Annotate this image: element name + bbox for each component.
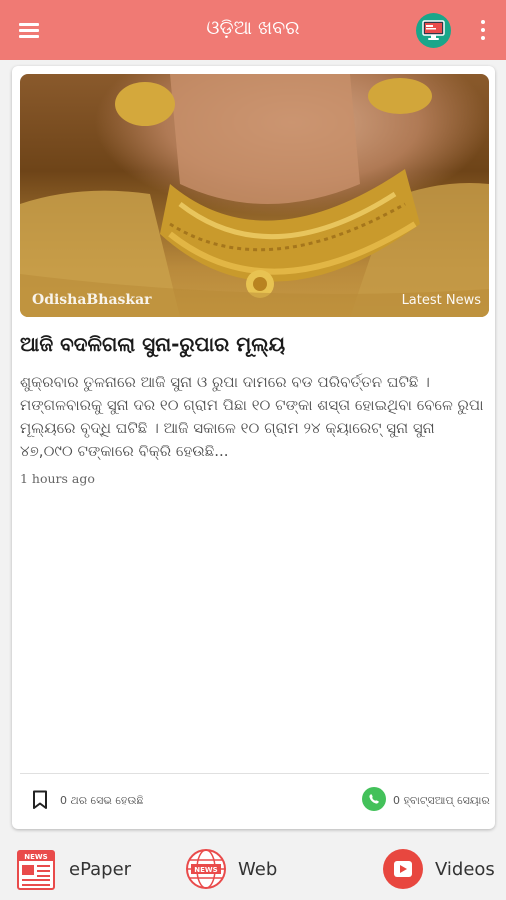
svg-text:NEWS: NEWS bbox=[194, 866, 217, 874]
whatsapp-icon bbox=[362, 787, 386, 811]
image-watermark: OdishaBhaskar bbox=[32, 292, 152, 308]
app-bar: ଓଡ଼ିଆ ଖବର bbox=[0, 0, 506, 60]
svg-text:NEWS: NEWS bbox=[24, 853, 47, 861]
bookmark-count: 0 ଥର ସେଭ ହେଉଛି bbox=[60, 794, 144, 807]
news-headline[interactable]: ଆଜି ବଦଳିଗଲା ସୁନା-ରୁପାର ମୂଲ୍ୟ bbox=[20, 332, 489, 356]
news-image[interactable]: OdishaBhaskar Latest News bbox=[20, 74, 489, 317]
nav-web-label: Web bbox=[238, 859, 278, 880]
gold-necklace-illustration bbox=[20, 74, 489, 317]
bookmark-icon bbox=[33, 790, 47, 809]
latest-news-tag: Latest News bbox=[401, 293, 481, 308]
nav-videos-label: Videos bbox=[435, 859, 495, 880]
globe-news-icon: NEWS bbox=[186, 849, 226, 889]
news-card[interactable]: OdishaBhaskar Latest News ଆଜି ବଦଳିଗଲା ସୁ… bbox=[12, 66, 495, 829]
timestamp: 1 hours ago bbox=[20, 471, 95, 486]
divider bbox=[20, 773, 489, 774]
tv-news-icon[interactable] bbox=[416, 13, 451, 48]
bottom-navigation: NEWS ePaper NEWS Web Videos bbox=[0, 838, 506, 900]
more-vert-icon[interactable] bbox=[476, 18, 490, 42]
nav-web[interactable]: NEWS Web bbox=[184, 846, 294, 892]
whatsapp-share-button[interactable]: 0 ହ୍ବାଟ୍ସଆପ୍ ସେୟାର bbox=[362, 787, 492, 813]
share-count: 0 ହ୍ବାଟ୍ସଆପ୍ ସେୟାର bbox=[393, 794, 490, 807]
epaper-icon: NEWS bbox=[17, 850, 55, 890]
nav-epaper-label: ePaper bbox=[69, 859, 132, 880]
play-icon bbox=[383, 849, 423, 889]
nav-videos[interactable]: Videos bbox=[382, 846, 502, 892]
news-summary: ଶୁକ୍ରବାର ତୁଳନାରେ ଆଜି ସୁନା ଓ ରୁପା ଦାମରେ ବ… bbox=[20, 373, 484, 460]
nav-epaper[interactable]: NEWS ePaper bbox=[14, 846, 144, 892]
